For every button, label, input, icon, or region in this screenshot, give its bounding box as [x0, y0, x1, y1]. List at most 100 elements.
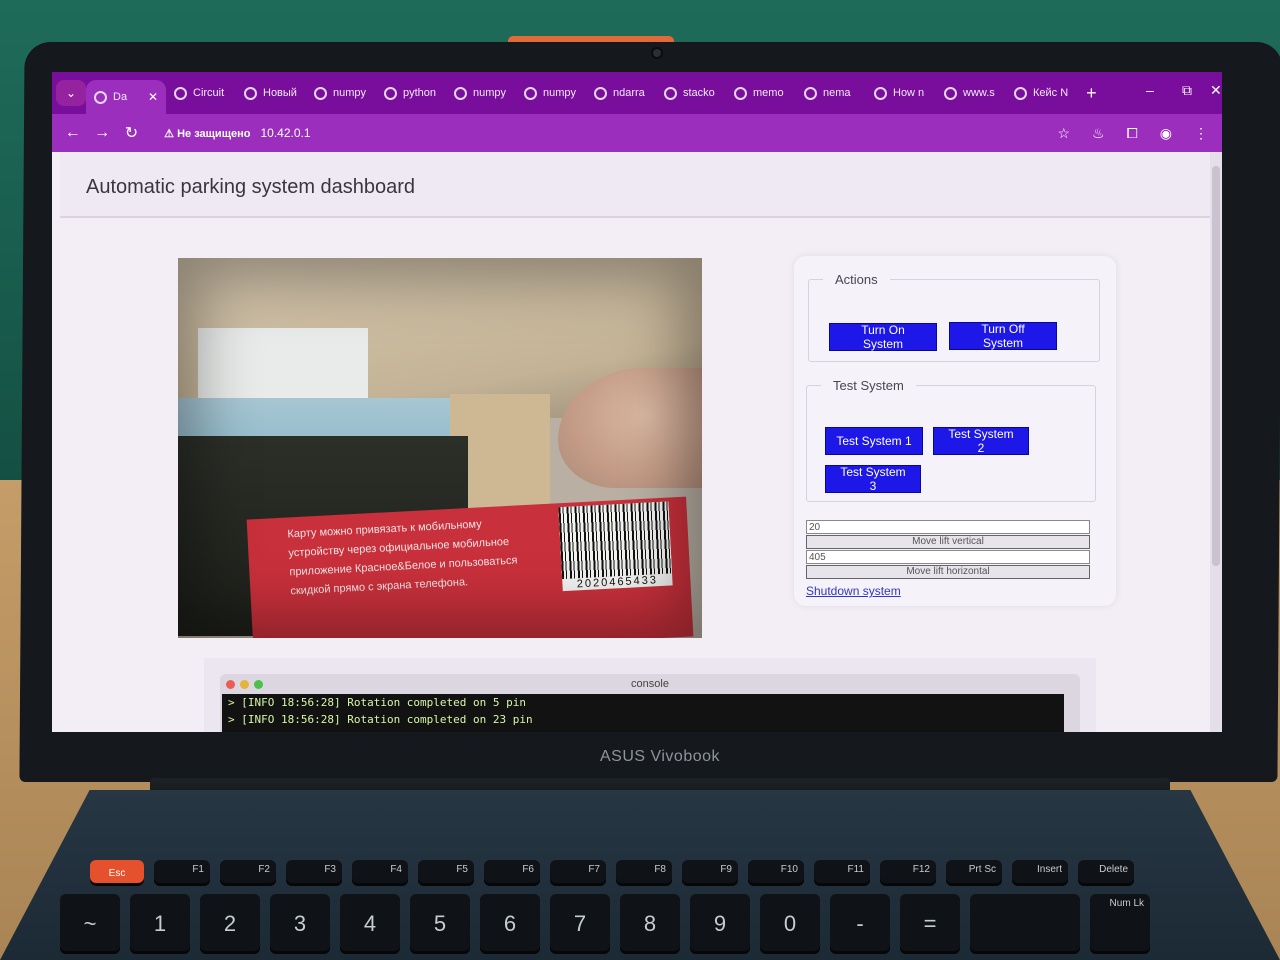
move-lift-vertical-button[interactable]: Move lift vertical	[806, 535, 1090, 549]
test-system-group: Test System Test System 1 Test System 2 …	[806, 378, 1096, 502]
key-4[interactable]: 4	[340, 894, 400, 954]
minimize-button[interactable]: –	[1146, 82, 1154, 98]
tab-dashboard[interactable]: Da ✕	[86, 80, 166, 114]
tab-label: Новый	[263, 87, 297, 99]
reload-button[interactable]: ↻	[117, 123, 146, 143]
site-icon	[524, 86, 537, 100]
address-bar: ← → ↻ ⚠ Не защищено 10.42.0.1 ☆ ♨ ⧠ ◉ ⋮	[52, 114, 1222, 152]
key-f8[interactable]: F8	[616, 860, 672, 886]
test-system-3-button[interactable]: Test System 3	[825, 465, 921, 493]
key-f12[interactable]: F12	[880, 860, 936, 886]
lift-vertical-input[interactable]	[806, 520, 1090, 534]
key-f9[interactable]: F9	[682, 860, 738, 886]
key-num-lock[interactable]: Num Lk	[1090, 894, 1150, 954]
key-tilde[interactable]: ~	[60, 894, 120, 954]
tab-ndarray[interactable]: ndarra	[586, 76, 656, 110]
key-f5[interactable]: F5	[418, 860, 474, 886]
tab-memo[interactable]: memo	[726, 76, 796, 110]
turn-on-system-button[interactable]: Turn On System	[829, 323, 937, 351]
google-icon	[314, 86, 327, 100]
page-header: Automatic parking system dashboard	[60, 152, 1222, 218]
test-system-1-button[interactable]: Test System 1	[825, 427, 923, 455]
key-print-screen[interactable]: Prt Sc	[946, 860, 1002, 886]
forward-button[interactable]: →	[87, 124, 116, 142]
browser-window: ⌄ Da ✕ Circuit Новый numpy python numpy …	[52, 72, 1222, 732]
key-8[interactable]: 8	[620, 894, 680, 954]
scrollbar-thumb[interactable]	[1212, 166, 1220, 566]
key-insert[interactable]: Insert	[1012, 860, 1068, 886]
restore-button[interactable]: ⧉	[1182, 82, 1192, 99]
tab-label: Circuit	[193, 87, 225, 99]
camera-vignette	[178, 258, 702, 638]
key-9[interactable]: 9	[690, 894, 750, 954]
url-field[interactable]: ⚠ Не защищено 10.42.0.1	[156, 120, 1057, 146]
site-icon	[454, 86, 467, 100]
site-icon	[944, 86, 957, 100]
console-line: > [INFO 18:56:28] Rotation completed on …	[228, 696, 527, 709]
key-esc[interactable]: Esc	[90, 860, 144, 886]
key-minus[interactable]: -	[830, 894, 890, 954]
key-0[interactable]: 0	[760, 894, 820, 954]
profile-avatar-icon[interactable]: ◉	[1160, 125, 1172, 142]
move-lift-horizontal-button[interactable]: Move lift horizontal	[806, 565, 1090, 579]
test-system-2-button[interactable]: Test System 2	[933, 427, 1029, 455]
close-window-button[interactable]: ✕	[1210, 82, 1222, 99]
tab-stackoverflow[interactable]: stacko	[656, 76, 726, 110]
stackoverflow-icon	[664, 86, 677, 100]
tab-label: numpy	[473, 87, 507, 99]
console-output[interactable]: > [INFO 18:56:28] Rotation completed on …	[222, 694, 1064, 732]
key-f10[interactable]: F10	[748, 860, 804, 886]
tab-numpy-2[interactable]: numpy	[446, 76, 516, 110]
tab-circuit[interactable]: Circuit	[166, 76, 236, 110]
security-warning[interactable]: ⚠ Не защищено	[164, 127, 250, 140]
key-7[interactable]: 7	[550, 894, 610, 954]
turn-off-system-button[interactable]: Turn Off System	[949, 322, 1057, 350]
key-delete[interactable]: Delete	[1078, 860, 1134, 886]
key-3[interactable]: 3	[270, 894, 330, 954]
tab-strip: ⌄ Da ✕ Circuit Новый numpy python numpy …	[52, 72, 1222, 114]
key-backspace[interactable]	[970, 894, 1080, 954]
new-tab-button[interactable]: +	[1076, 83, 1107, 104]
tab-label: nema	[823, 87, 851, 99]
test-system-legend: Test System	[833, 378, 904, 393]
key-1[interactable]: 1	[130, 894, 190, 954]
console-window: console > [INFO 18:56:28] Rotation compl…	[220, 674, 1080, 732]
url-text: 10.42.0.1	[260, 126, 311, 140]
tab-search-button[interactable]: ⌄	[56, 80, 86, 106]
tab-numpy-3[interactable]: numpy	[516, 76, 586, 110]
extension-flame-icon[interactable]: ♨	[1092, 125, 1105, 142]
tab-new-doc[interactable]: Новый	[236, 76, 306, 110]
tab-python[interactable]: python	[376, 76, 446, 110]
console-line: > [INFO 18:56:28] Rotation completed on …	[228, 713, 533, 726]
site-icon	[174, 86, 187, 100]
bookmark-star-icon[interactable]: ☆	[1057, 125, 1070, 142]
google-icon	[594, 86, 607, 100]
extensions-puzzle-icon[interactable]: ⧠	[1127, 125, 1138, 142]
key-f4[interactable]: F4	[352, 860, 408, 886]
close-tab-icon[interactable]: ✕	[148, 90, 158, 104]
page-title: Automatic parking system dashboard	[86, 176, 416, 198]
key-f7[interactable]: F7	[550, 860, 606, 886]
key-f1[interactable]: F1	[154, 860, 210, 886]
key-f6[interactable]: F6	[484, 860, 540, 886]
tab-label: Кейс N	[1033, 87, 1069, 99]
key-equals[interactable]: =	[900, 894, 960, 954]
docs-icon	[1014, 86, 1027, 100]
lift-horizontal-input[interactable]	[806, 550, 1090, 564]
back-button[interactable]: ←	[58, 124, 87, 142]
tab-www[interactable]: www.s	[936, 76, 1006, 110]
tab-how[interactable]: How n	[866, 76, 936, 110]
actions-legend: Actions	[835, 272, 878, 287]
tab-case[interactable]: Кейс N	[1006, 76, 1076, 110]
key-f2[interactable]: F2	[220, 860, 276, 886]
key-f11[interactable]: F11	[814, 860, 870, 886]
key-2[interactable]: 2	[200, 894, 260, 954]
menu-kebab-icon[interactable]: ⋮	[1194, 125, 1208, 142]
tab-numpy-1[interactable]: numpy	[306, 76, 376, 110]
key-f3[interactable]: F3	[286, 860, 342, 886]
key-6[interactable]: 6	[480, 894, 540, 954]
page-scrollbar[interactable]	[1210, 152, 1222, 732]
tab-nema[interactable]: nema	[796, 76, 866, 110]
key-5[interactable]: 5	[410, 894, 470, 954]
shutdown-system-link[interactable]: Shutdown system	[806, 584, 901, 598]
